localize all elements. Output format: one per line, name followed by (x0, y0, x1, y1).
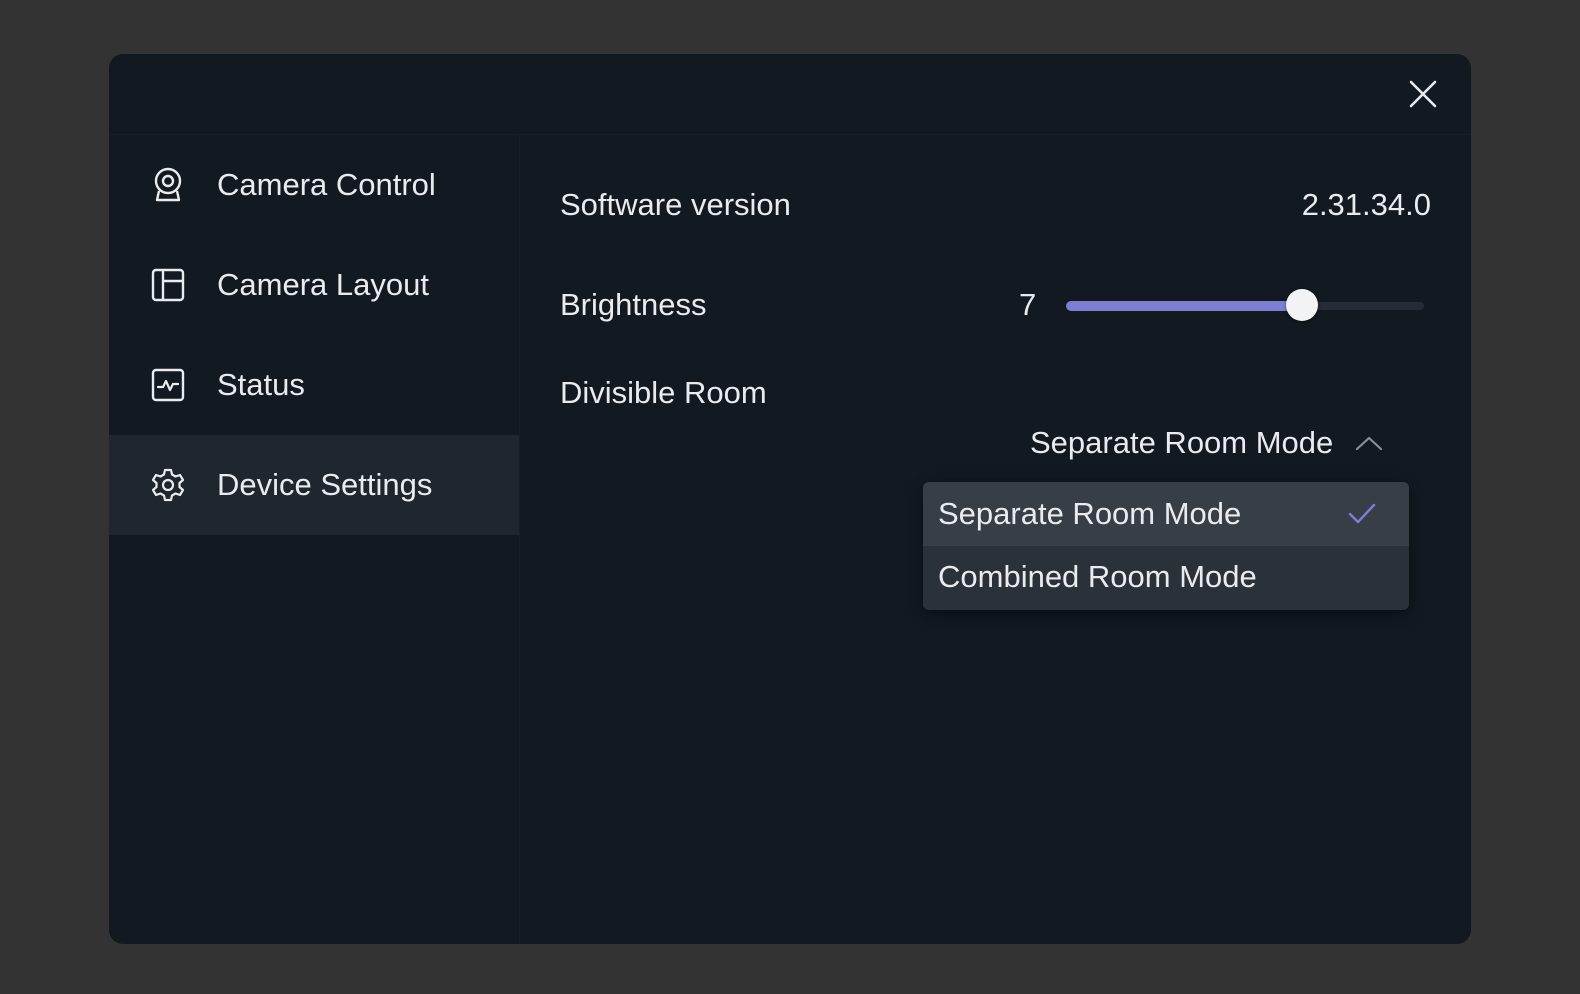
divisible-room-options-menu: Separate Room Mode Combined Room Mode (923, 482, 1409, 610)
option-label: Combined Room Mode (938, 559, 1257, 594)
divisible-room-label: Divisible Room (560, 375, 767, 410)
webcam-icon (149, 166, 187, 204)
sidebar-item-camera-control[interactable]: Camera Control (109, 135, 519, 235)
software-version-value: 2.31.34.0 (1301, 187, 1431, 222)
device-settings-dialog: Camera Control Camera Layout Status Devi… (109, 54, 1471, 944)
software-version-label: Software version (560, 187, 791, 222)
sidebar-item-label: Status (217, 367, 305, 402)
slider-thumb[interactable] (1286, 289, 1319, 321)
close-button[interactable] (1403, 74, 1443, 114)
checkmark-icon (1347, 498, 1377, 534)
layout-icon (149, 266, 187, 304)
divisible-room-dropdown[interactable]: Separate Room Mode (1030, 421, 1383, 465)
dropdown-selected-value: Separate Room Mode (1030, 425, 1334, 460)
slider-fill (1066, 301, 1303, 311)
sidebar-item-device-settings[interactable]: Device Settings (109, 435, 519, 535)
brightness-value: 7 (1019, 287, 1037, 322)
sidebar-nav: Camera Control Camera Layout Status Devi… (109, 135, 520, 944)
sidebar-item-camera-layout[interactable]: Camera Layout (109, 235, 519, 335)
sidebar-item-status[interactable]: Status (109, 335, 519, 435)
sidebar-item-label: Device Settings (217, 467, 433, 502)
option-separate-room-mode[interactable]: Separate Room Mode (923, 482, 1409, 546)
sidebar-item-label: Camera Layout (217, 267, 429, 302)
gear-icon (149, 466, 187, 504)
status-activity-icon (149, 366, 187, 404)
chevron-up-icon (1355, 435, 1383, 451)
option-label: Separate Room Mode (938, 496, 1242, 531)
option-combined-room-mode[interactable]: Combined Room Mode (923, 546, 1409, 608)
dialog-titlebar (109, 54, 1471, 135)
sidebar-item-label: Camera Control (217, 167, 436, 202)
brightness-label: Brightness (560, 287, 707, 322)
brightness-slider[interactable] (1066, 289, 1424, 321)
settings-panel: Software version 2.31.34.0 Brightness 7 … (520, 135, 1471, 944)
close-icon (1409, 80, 1437, 108)
